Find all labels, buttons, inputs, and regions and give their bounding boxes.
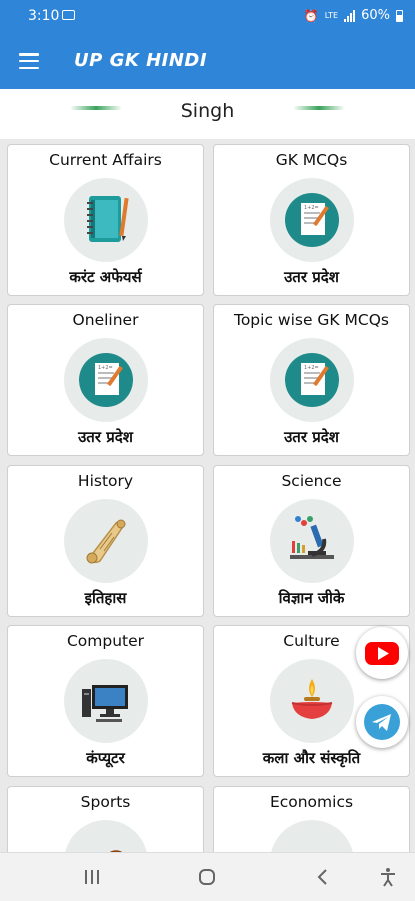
svg-text:1+2=: 1+2= [304, 205, 319, 211]
user-name: Singh [180, 100, 235, 122]
decorative-line-right [293, 106, 345, 110]
card-oneliner[interactable]: Oneliner 1+2= उतर प्रदेश [7, 304, 204, 456]
card-subtitle: कंप्यूटर [86, 749, 125, 767]
card-title: Current Affairs [49, 151, 162, 169]
battery-percent: 60% [361, 8, 390, 23]
card-computer[interactable]: Computer कंप्यूटर [7, 625, 204, 777]
card-title: History [77, 472, 134, 490]
card-subtitle: विज्ञान जीके [278, 589, 345, 607]
signal-icon [344, 9, 356, 22]
card-topic-wise-gk-mcqs[interactable]: Topic wise GK MCQs 1+2= उतर प्रदेश [213, 304, 410, 456]
document-icon: 1+2= [270, 178, 354, 262]
card-subtitle: इतिहास [84, 589, 127, 607]
card-title: GK MCQs [275, 151, 348, 169]
card-subtitle: उतर प्रदेश [284, 268, 339, 286]
document-icon: 1+2= [64, 338, 148, 422]
youtube-button[interactable] [356, 627, 408, 679]
hamburger-menu-icon[interactable] [19, 53, 39, 70]
svg-text:1+2=: 1+2= [98, 365, 113, 371]
microscope-icon [270, 499, 354, 583]
recent-apps-icon[interactable] [80, 865, 104, 889]
card-title: Sports [80, 793, 131, 811]
document-icon: 1+2= [270, 338, 354, 422]
notebook-icon [64, 178, 148, 262]
card-science[interactable]: Science विज्ञान जीके [213, 465, 410, 617]
home-icon[interactable] [195, 865, 219, 889]
card-subtitle: उतर प्रदेश [284, 428, 339, 446]
diya-lamp-icon [270, 659, 354, 743]
card-subtitle: उतर प्रदेश [78, 428, 133, 446]
svg-text:1+2=: 1+2= [304, 365, 319, 371]
card-subtitle: कला और संस्कृति [262, 749, 361, 767]
card-subtitle: करंट अफेयर्स [69, 268, 142, 286]
back-icon[interactable] [311, 865, 335, 889]
card-current-affairs[interactable]: Current Affairs करंट अफेयर्स [7, 144, 204, 296]
card-title: Computer [66, 632, 145, 650]
card-title: Topic wise GK MCQs [233, 311, 389, 329]
computer-icon [64, 659, 148, 743]
card-title: Oneliner [72, 311, 139, 329]
alarm-icon: ⏰ [303, 8, 319, 23]
card-gk-mcqs[interactable]: GK MCQs 1+2= उतर प्रदेश [213, 144, 410, 296]
status-bar: 3:10 ⏰ LTE 60% [0, 0, 415, 33]
user-header: Singh [0, 89, 415, 139]
card-title: Science [281, 472, 342, 490]
app-bar: UP GK HINDI [0, 33, 415, 89]
card-history[interactable]: History इतिहास [7, 465, 204, 617]
battery-icon [396, 9, 403, 22]
youtube-icon [365, 642, 399, 665]
status-indicators: ⏰ LTE 60% [304, 8, 403, 23]
telegram-icon [364, 704, 400, 740]
telegram-button[interactable] [356, 696, 408, 748]
app-title: UP GK HINDI [74, 50, 208, 71]
system-navigation-bar [0, 852, 415, 901]
gallery-notification-icon [62, 10, 75, 20]
scroll-icon [64, 499, 148, 583]
accessibility-icon[interactable] [376, 865, 400, 889]
network-type-label: LTE [324, 11, 339, 20]
card-title: Economics [269, 793, 354, 811]
status-time: 3:10 [28, 8, 60, 24]
